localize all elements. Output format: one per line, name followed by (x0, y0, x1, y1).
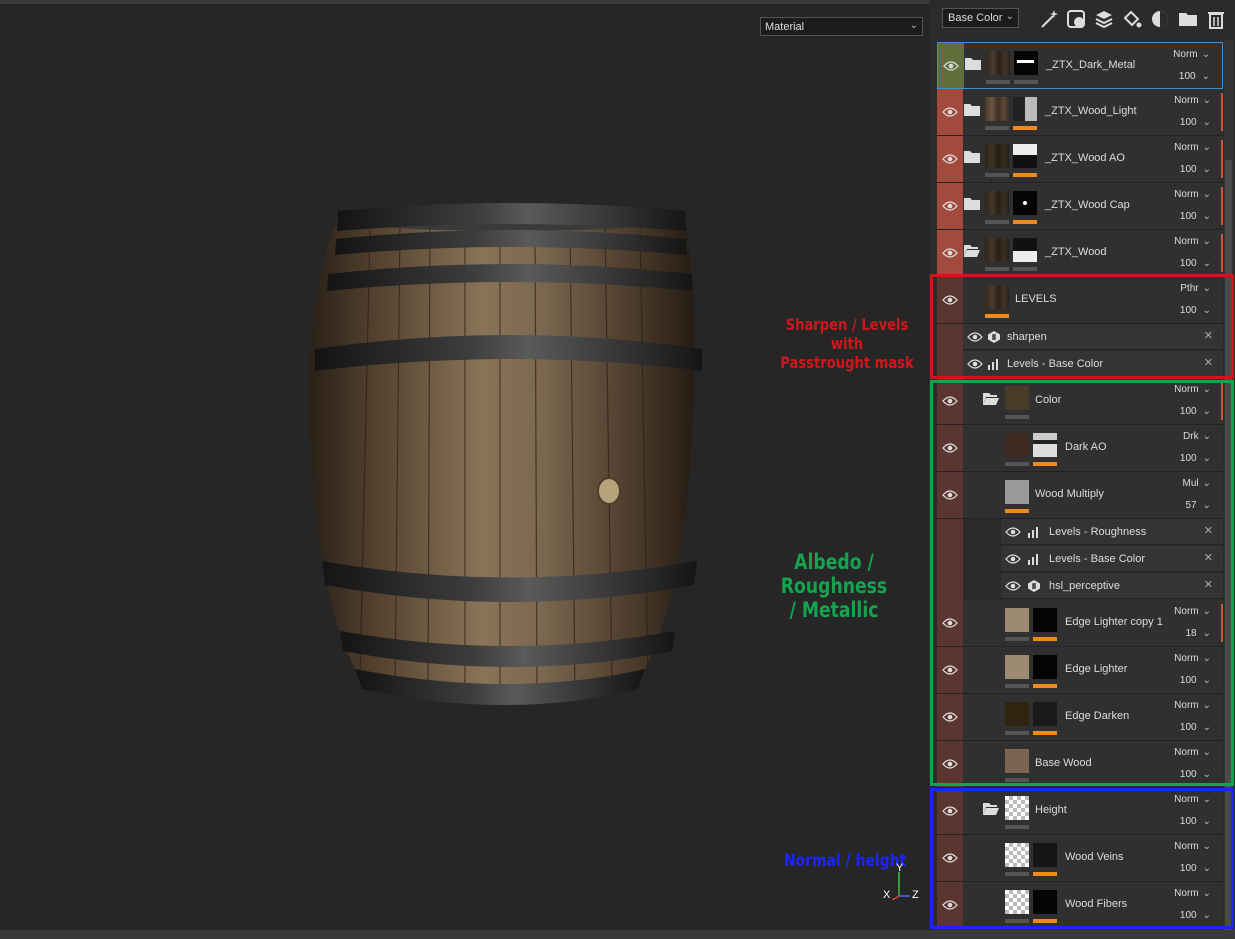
layer-opacity[interactable]: 100 (1179, 71, 1210, 82)
eye-icon[interactable] (943, 60, 959, 72)
magic-wand-icon[interactable] (1038, 8, 1060, 30)
layer-marker (1221, 187, 1223, 225)
blue-highlight-box (930, 788, 1234, 929)
axis-x-label: X (883, 889, 891, 901)
visibility-column (937, 183, 963, 229)
layer-thumbnail (985, 191, 1009, 215)
annotation-green-line2: / Metallic (789, 598, 879, 622)
layer-thumbnail (985, 144, 1009, 168)
visibility-column (937, 89, 963, 135)
blend-mode[interactable]: Norm (1174, 95, 1211, 106)
eye-icon[interactable] (942, 200, 958, 212)
visibility-column (937, 230, 963, 276)
layer-row[interactable]: _ZTX_Wood AO Norm 100 (937, 136, 1223, 183)
layer-row[interactable]: _ZTX_Wood Cap Norm 100 (937, 183, 1223, 230)
opacity-bar (1014, 80, 1038, 84)
opacity-bar (1013, 126, 1037, 130)
channel-select[interactable]: Base Color ⌄ (942, 8, 1019, 28)
3d-viewport[interactable]: Material ⌄ Sharpen / Levels with Passtro… (0, 0, 929, 939)
material-select-label: Material (765, 21, 805, 33)
axis-z-label: Z (912, 889, 919, 901)
blend-mode[interactable]: Norm (1174, 142, 1211, 153)
channel-select-label: Base Color (948, 12, 1003, 24)
eye-icon[interactable] (942, 106, 958, 118)
trash-icon[interactable] (1205, 8, 1227, 30)
layer-name: _ZTX_Dark_Metal (1046, 59, 1136, 71)
folder-icon[interactable] (965, 57, 981, 70)
layer-thumbnail (985, 238, 1009, 262)
folder-icon[interactable] (964, 103, 980, 116)
layer-opacity[interactable]: 100 (1180, 211, 1211, 222)
blend-mode[interactable]: Norm (1174, 189, 1211, 200)
layer-mask-thumbnail[interactable] (1013, 97, 1037, 121)
opacity-bar (985, 173, 1009, 177)
opacity-bar (1013, 220, 1037, 224)
eye-icon[interactable] (942, 247, 958, 259)
barrel-model (309, 203, 702, 705)
layer-opacity[interactable]: 100 (1180, 117, 1211, 128)
layer-mask-thumbnail[interactable] (1014, 51, 1038, 75)
annotation-red-line2: Passtrought mask (780, 353, 914, 372)
layer-opacity[interactable]: 100 (1180, 258, 1211, 269)
annotation-sharpen-levels: Sharpen / Levels with Passtrought mask (769, 315, 925, 372)
layer-marker (1221, 93, 1223, 131)
layer-thumbnail (986, 51, 1010, 75)
layer-mask-thumbnail[interactable] (1013, 144, 1037, 168)
annotation-red-line1: Sharpen / Levels with (785, 315, 909, 353)
layer-thumbnail (985, 97, 1009, 121)
add-folder-icon[interactable] (1177, 8, 1199, 30)
color-icon[interactable] (1149, 8, 1171, 30)
layer-marker (1221, 140, 1223, 178)
layer-row[interactable]: _ZTX_Dark_Metal Norm 100 (937, 42, 1223, 89)
opacity-bar (985, 126, 1009, 130)
axis-y-label: Y (896, 862, 904, 874)
add-layer-icon[interactable] (1093, 8, 1115, 30)
blend-mode[interactable]: Norm (1174, 236, 1211, 247)
visibility-column (938, 43, 964, 88)
annotation-green-line1: Albedo / Roughness (780, 550, 888, 598)
layers-toolbar: Base Color ⌄ (929, 0, 1235, 40)
opacity-bar (986, 80, 1010, 84)
axis-gizmo: Y Z X (880, 862, 925, 904)
bottom-bar (0, 930, 1235, 939)
folder-icon[interactable] (964, 197, 980, 210)
folder-icon[interactable] (964, 150, 980, 163)
opacity-bar (985, 220, 1009, 224)
blend-mode[interactable]: Norm (1173, 49, 1210, 60)
chevron-down-icon: ⌄ (909, 20, 918, 31)
visibility-column (937, 136, 963, 182)
layer-name: _ZTX_Wood (1045, 246, 1107, 258)
layer-opacity[interactable]: 100 (1180, 164, 1211, 175)
annotation-albedo-roughness: Albedo / Roughness / Metallic (744, 550, 924, 622)
layer-row[interactable]: _ZTX_Wood_Light Norm 100 (937, 89, 1223, 136)
layer-row[interactable]: _ZTX_Wood Norm 100 (937, 230, 1223, 277)
layer-name: _ZTX_Wood Cap (1045, 199, 1130, 211)
layer-name: _ZTX_Wood AO (1045, 152, 1125, 164)
add-mask-icon[interactable] (1065, 8, 1087, 30)
layer-marker (1221, 234, 1223, 272)
layers-panel: Base Color ⌄ _ZTX_Dark_Metal Norm 100 (929, 0, 1235, 939)
opacity-bar (1013, 267, 1037, 271)
opacity-bar (985, 267, 1009, 271)
green-highlight-box (930, 380, 1234, 786)
opacity-bar (1013, 173, 1037, 177)
open-folder-icon[interactable] (964, 244, 980, 257)
layer-mask-thumbnail[interactable] (1013, 191, 1037, 215)
fill-icon[interactable] (1121, 8, 1143, 30)
red-highlight-box (930, 274, 1234, 379)
layer-mask-thumbnail[interactable] (1013, 238, 1037, 262)
chevron-down-icon: ⌄ (1005, 11, 1014, 22)
material-select[interactable]: Material ⌄ (760, 17, 923, 36)
layer-name: _ZTX_Wood_Light (1045, 105, 1137, 117)
eye-icon[interactable] (942, 153, 958, 165)
